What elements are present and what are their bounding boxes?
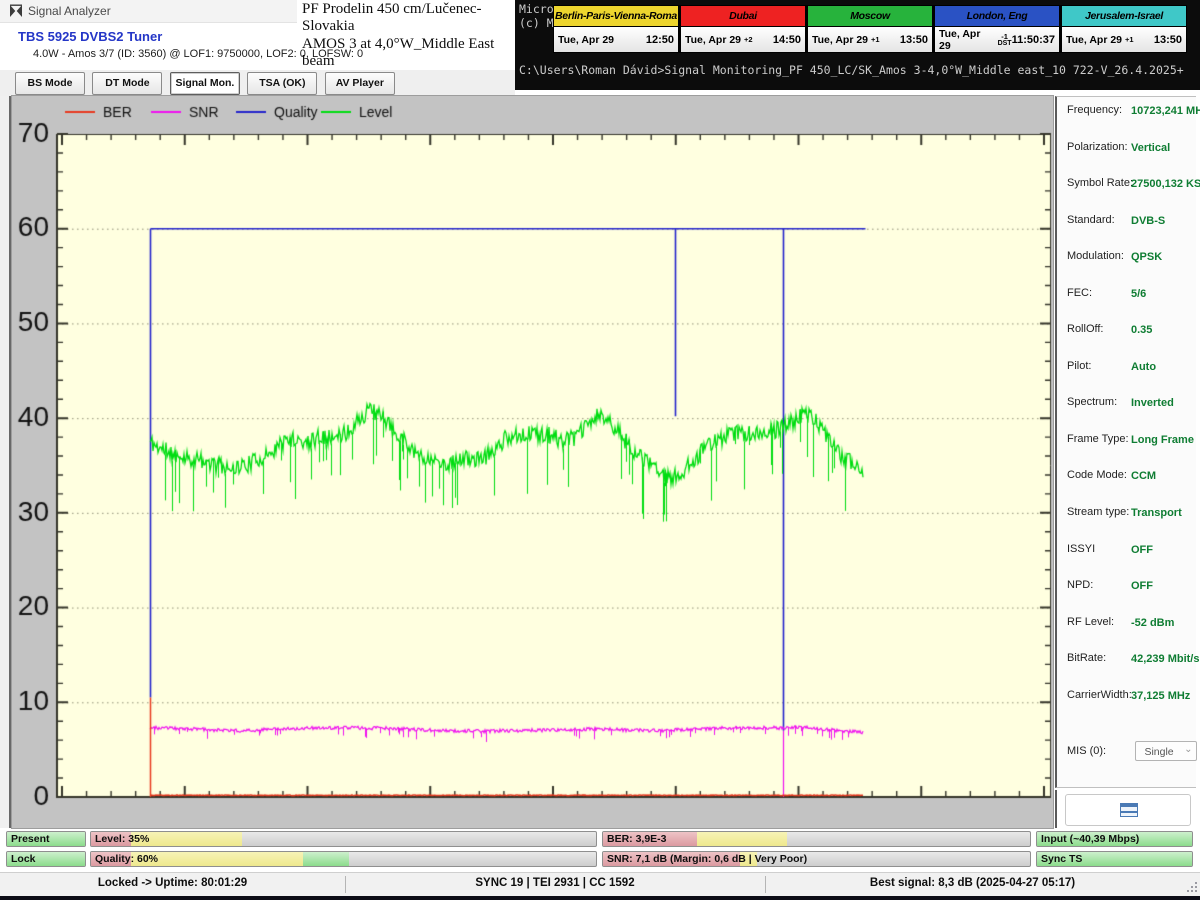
bar-label: Sync TS [1041, 852, 1082, 866]
station-info-line: AMOS 3 at 4,0°W_Middle East beam [302, 36, 514, 71]
tuner-name: TBS 5925 DVBS2 Tuner [18, 29, 162, 44]
clock-london: London, Eng Tue, Apr 29 -1DST 11:50:37 [933, 5, 1060, 53]
clock-dst: DST [998, 40, 1012, 47]
clock-jerusalem: Jerusalem-Israel Tue, Apr 29 +1 13:50 [1060, 5, 1187, 53]
param-row: CarrierWidth:37,125 MHz [1057, 682, 1196, 719]
terminal-text: Micro [519, 2, 554, 16]
statusbar-uptime: Locked -> Uptime: 80:01:29 [0, 877, 345, 889]
clock-dubai: Dubai Tue, Apr 29 +2 14:50 [679, 5, 806, 53]
clock-city-label: London, Eng [935, 6, 1059, 27]
clock-offset: +1 [1125, 36, 1134, 43]
station-info-line: PF Prodelin 450 cm/Lučenec-Slovakia [302, 1, 514, 36]
clock-datetime: Tue, Apr 29 12:50 [554, 27, 678, 52]
clock-datetime: Tue, Apr 29 +1 13:50 [808, 27, 932, 52]
bar-label: Present [11, 832, 50, 846]
param-row: RF Level:-52 dBm [1057, 609, 1196, 646]
mode-tabstrip: BS Mode DT Mode Signal Mon. TSA (OK) AV … [0, 70, 515, 96]
statusbar: Locked -> Uptime: 80:01:29 SYNC 19 | TEI… [0, 872, 1200, 897]
tab-tsa[interactable]: TSA (OK) [247, 72, 317, 95]
clock-city-label: Dubai [681, 6, 805, 27]
quality-bar: Quality: 60% [90, 851, 597, 867]
tab-bs-mode[interactable]: BS Mode [15, 72, 85, 95]
terminal-text: (c) M [519, 16, 554, 30]
param-row: RollOff:0.35 [1057, 316, 1196, 353]
sync-ts-indicator: Sync TS [1036, 851, 1193, 867]
clock-offset: +2 [744, 36, 753, 43]
clock-city-label: Jerusalem-Israel [1062, 6, 1186, 27]
statusbar-best-signal: Best signal: 8,3 dB (2025-04-27 05:17) [765, 877, 1180, 889]
world-clock-widget: Berlin-Paris-Vienna-Roma Tue, Apr 29 12:… [553, 5, 1187, 53]
input-rate-indicator: Input (~40,39 Mbps) [1036, 831, 1193, 847]
ber-bar: BER: 3,9E-3 [602, 831, 1031, 847]
clock-datetime: Tue, Apr 29 -1DST 11:50:37 [935, 27, 1059, 52]
app-title: Signal Analyzer [28, 4, 111, 18]
window-bottom-edge [0, 896, 1200, 900]
bar-zone [303, 852, 348, 866]
window-icon [1120, 803, 1138, 817]
signal-parameters-panel: Frequency:10723,241 MHz Polarization:Ver… [1055, 96, 1196, 788]
signal-monitor-chart [12, 96, 1053, 828]
sidebar-footer [1055, 790, 1196, 828]
chart-panel-edge [9, 96, 11, 828]
param-row: NPD:OFF [1057, 572, 1196, 609]
param-row: Polarization:Vertical [1057, 134, 1196, 171]
app-titlebar: Signal Analyzer [0, 0, 297, 23]
param-row: ISSYIOFF [1057, 536, 1196, 573]
clock-datetime: Tue, Apr 29 +2 14:50 [681, 27, 805, 52]
clock-date: Tue, Apr 29 [939, 28, 995, 52]
clock-berlin: Berlin-Paris-Vienna-Roma Tue, Apr 29 12:… [553, 5, 679, 53]
clock-time: 11:50:37 [1012, 34, 1055, 46]
clock-offset: +1 [871, 36, 880, 43]
param-row: BitRate:42,239 Mbit/s [1057, 645, 1196, 682]
bar-label: Quality: 60% [95, 852, 158, 866]
clock-date: Tue, Apr 29 [685, 34, 741, 46]
app-window: Signal Analyzer TBS 5925 DVBS2 Tuner 4.0… [0, 0, 1200, 900]
clock-city-label: Moscow [808, 6, 932, 27]
bar-label: Level: 35% [95, 832, 149, 846]
left-margin [0, 96, 9, 828]
clock-city-label: Berlin-Paris-Vienna-Roma [554, 6, 678, 27]
bar-label: BER: 3,9E-3 [607, 832, 667, 846]
capture-button[interactable] [1065, 794, 1191, 826]
clock-date: Tue, Apr 29 [558, 34, 614, 46]
present-indicator: Present [6, 831, 86, 847]
statusbar-sync-counters: SYNC 19 | TEI 2931 | CC 1592 [345, 877, 765, 889]
clock-offset: -1 [1001, 33, 1008, 40]
param-row: Spectrum:Inverted [1057, 389, 1196, 426]
param-row: FEC:5/6 [1057, 280, 1196, 317]
chevron-down-icon: ⌄ [1184, 740, 1192, 760]
terminal-prompt: C:\Users\Roman Dávid>Signal Monitoring_P… [519, 63, 1184, 77]
param-row: Stream type:Transport [1057, 499, 1196, 536]
tab-av-player[interactable]: AV Player [325, 72, 395, 95]
clock-time: 13:50 [900, 34, 928, 46]
bar-label: Input (~40,39 Mbps) [1041, 832, 1139, 846]
bar-zone [697, 832, 787, 846]
mis-selected-value: Single [1144, 746, 1173, 758]
mis-dropdown[interactable]: Single ⌄ [1135, 741, 1197, 761]
resize-grip[interactable] [1184, 879, 1197, 892]
clock-time: 12:50 [646, 34, 674, 46]
clock-date: Tue, Apr 29 [812, 34, 868, 46]
param-row: Standard:DVB-S [1057, 207, 1196, 244]
param-row: Modulation:QPSK [1057, 243, 1196, 280]
level-bar: Level: 35% [90, 831, 597, 847]
bar-label: SNR: 7,1 dB (Margin: 0,6 dB | Very Poor) [607, 852, 807, 866]
param-row: Frame Type:Long Frame [1057, 426, 1196, 463]
lock-indicator: Lock [6, 851, 86, 867]
clock-time: 13:50 [1154, 34, 1182, 46]
tab-dt-mode[interactable]: DT Mode [92, 72, 162, 95]
app-icon [9, 4, 23, 18]
clock-time: 14:50 [773, 34, 801, 46]
param-row: Code Mode:CCM [1057, 462, 1196, 499]
param-row-mis: MIS (0): Single⌄ [1057, 738, 1196, 775]
param-row: Symbol Rate:27500,132 KS/s [1057, 170, 1196, 207]
tab-signal-mon[interactable]: Signal Mon. [170, 72, 240, 95]
clock-moscow: Moscow Tue, Apr 29 +1 13:50 [806, 5, 933, 53]
clock-date: Tue, Apr 29 [1066, 34, 1122, 46]
bar-label: Lock [11, 852, 36, 866]
param-row: Pilot:Auto [1057, 353, 1196, 390]
snr-bar: SNR: 7,1 dB (Margin: 0,6 dB | Very Poor) [602, 851, 1031, 867]
clock-datetime: Tue, Apr 29 +1 13:50 [1062, 27, 1186, 52]
param-row: Frequency:10723,241 MHz [1057, 97, 1196, 134]
